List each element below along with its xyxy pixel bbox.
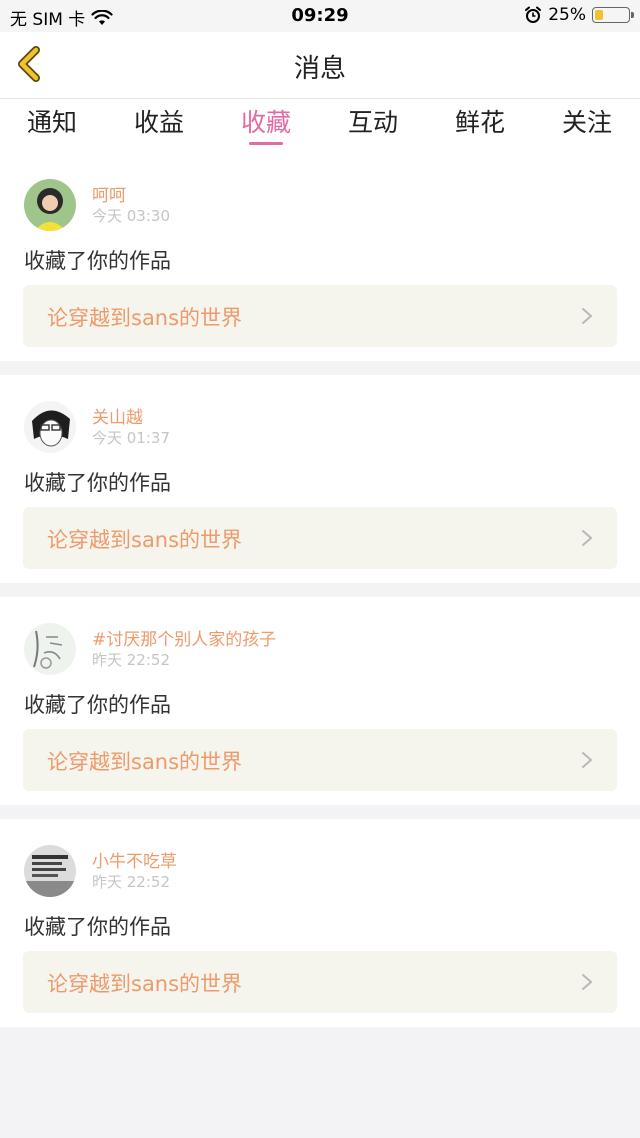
status-right: 25% <box>524 5 634 25</box>
avatar-image <box>24 179 76 231</box>
active-tab-indicator <box>249 142 283 145</box>
chevron-right-icon <box>582 752 593 768</box>
work-title: 论穿越到sans的世界 <box>47 972 243 996</box>
avatar[interactable] <box>24 401 76 453</box>
username[interactable]: 小牛不吃草 <box>92 847 177 872</box>
work-title: 论穿越到sans的世界 <box>47 528 243 552</box>
battery-percent: 25% <box>548 5 586 25</box>
battery-level-fill <box>595 10 603 20</box>
action-text: 收藏了你的作品 <box>24 693 171 717</box>
work-link[interactable]: 论穿越到sans的世界 <box>23 729 617 791</box>
work-link[interactable]: 论穿越到sans的世界 <box>23 951 617 1013</box>
work-title: 论穿越到sans的世界 <box>47 750 243 774</box>
avatar[interactable] <box>24 845 76 897</box>
avatar-image <box>24 623 76 675</box>
message-card: 呵呵 今天 03:30 收藏了你的作品 论穿越到sans的世界 <box>0 153 640 361</box>
battery-icon <box>592 7 634 23</box>
chevron-right-icon <box>582 530 593 546</box>
nav-bar: 消息 <box>0 32 640 99</box>
avatar[interactable] <box>24 623 76 675</box>
tab-bar: 通知 收益 收藏 互动 鲜花 关注 <box>0 99 640 153</box>
username[interactable]: 关山越 <box>92 403 143 428</box>
tab-notice[interactable]: 通知 <box>12 103 92 139</box>
tab-flowers[interactable]: 鲜花 <box>440 103 520 139</box>
timestamp: 昨天 22:52 <box>92 651 170 669</box>
work-link[interactable]: 论穿越到sans的世界 <box>23 507 617 569</box>
action-text: 收藏了你的作品 <box>24 249 171 273</box>
username[interactable]: 呵呵 <box>92 181 126 206</box>
username[interactable]: #讨厌那个别人家的孩子 <box>92 625 276 650</box>
page-title: 消息 <box>293 54 346 84</box>
tab-earnings[interactable]: 收益 <box>119 103 199 139</box>
tab-interaction[interactable]: 互动 <box>333 103 413 139</box>
alarm-icon <box>525 6 542 23</box>
message-card: 小牛不吃草 昨天 22:52 收藏了你的作品 论穿越到sans的世界 <box>0 819 640 1027</box>
timestamp: 今天 01:37 <box>92 429 170 447</box>
avatar[interactable] <box>24 179 76 231</box>
work-link[interactable]: 论穿越到sans的世界 <box>23 285 617 347</box>
action-text: 收藏了你的作品 <box>24 915 171 939</box>
timestamp: 昨天 22:52 <box>92 873 170 891</box>
timestamp: 今天 03:30 <box>92 207 170 225</box>
chevron-right-icon <box>582 974 593 990</box>
tab-favorites[interactable]: 收藏 <box>226 103 306 139</box>
tab-follow[interactable]: 关注 <box>547 103 627 139</box>
work-title: 论穿越到sans的世界 <box>47 306 243 330</box>
action-text: 收藏了你的作品 <box>24 471 171 495</box>
message-card: #讨厌那个别人家的孩子 昨天 22:52 收藏了你的作品 论穿越到sans的世界 <box>0 597 640 805</box>
message-card: 关山越 今天 01:37 收藏了你的作品 论穿越到sans的世界 <box>0 375 640 583</box>
avatar-image <box>24 401 76 453</box>
chevron-right-icon <box>582 308 593 324</box>
status-bar: 无 SIM 卡 09:29 25% <box>0 0 640 32</box>
avatar-image <box>24 845 76 897</box>
